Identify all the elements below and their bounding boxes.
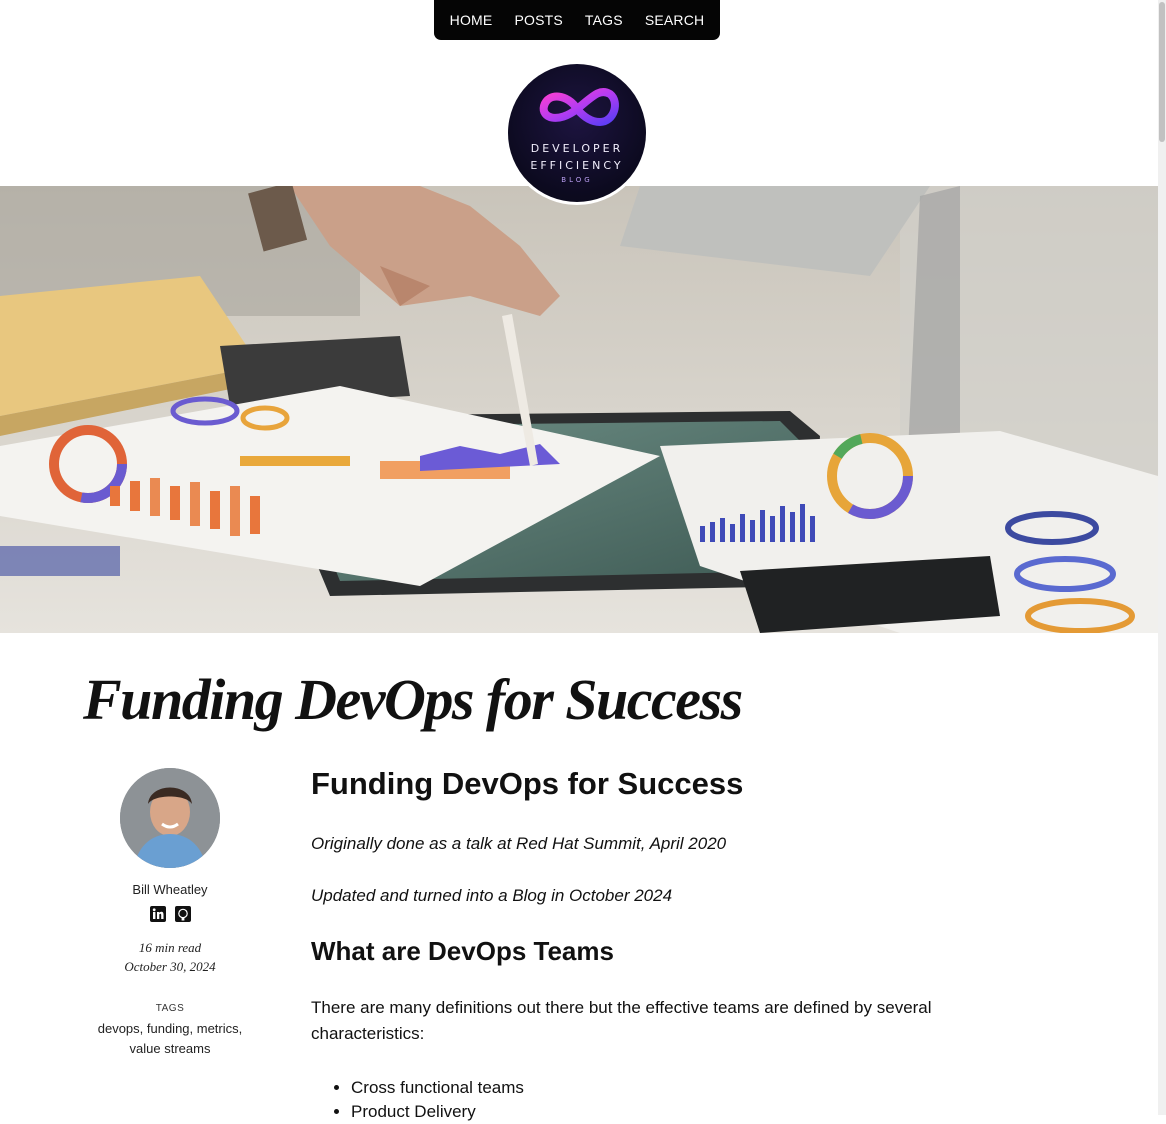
logo-text-developer: DEVELOPER bbox=[530, 142, 624, 155]
author-sidebar: Bill Wheatley 16 min read October 30, 20… bbox=[90, 768, 250, 1059]
intro-update-note: Updated and turned into a Blog in Octobe… bbox=[311, 886, 673, 905]
list-item: Product Delivery bbox=[351, 1100, 524, 1124]
author-name: Bill Wheatley bbox=[132, 882, 208, 897]
post-content: Funding DevOps for Success Originally do… bbox=[311, 766, 991, 1121]
site-logo[interactable]: DEVELOPER EFFICIENCY BLOG bbox=[505, 61, 649, 205]
section-paragraph: There are many definitions out there but… bbox=[311, 998, 932, 1043]
infinity-icon bbox=[539, 88, 619, 127]
content-heading: Funding DevOps for Success bbox=[311, 766, 744, 801]
nav-home-link[interactable]: HOME bbox=[450, 12, 493, 28]
logo-text-blog: BLOG bbox=[561, 176, 593, 184]
avatar-image bbox=[120, 768, 220, 868]
nav-search-link[interactable]: SEARCH bbox=[645, 12, 705, 28]
intro-talk-note: Originally done as a talk at Red Hat Sum… bbox=[311, 834, 727, 853]
logo-badge: DEVELOPER EFFICIENCY BLOG bbox=[508, 64, 646, 202]
tag-line-1[interactable]: devops, funding, metrics, bbox=[90, 1019, 250, 1039]
github-icon[interactable] bbox=[174, 906, 191, 922]
list-item: Cross functional teams bbox=[351, 1076, 524, 1100]
characteristics-list: Cross functional teams Product Delivery bbox=[311, 1076, 524, 1124]
post-meta: 16 min read October 30, 2024 bbox=[90, 938, 250, 976]
tag-line-2[interactable]: value streams bbox=[90, 1039, 250, 1059]
tag-list: devops, funding, metrics, value streams bbox=[90, 1019, 250, 1059]
scrollbar-thumb[interactable] bbox=[1159, 2, 1165, 142]
nav-tags-link[interactable]: TAGS bbox=[585, 12, 623, 28]
author-avatar bbox=[120, 768, 220, 868]
logo-text-efficiency: EFFICIENCY bbox=[530, 159, 624, 172]
read-time: 16 min read bbox=[138, 940, 202, 955]
post-date: October 30, 2024 bbox=[124, 959, 216, 974]
social-links bbox=[90, 906, 250, 922]
nav-posts-link[interactable]: POSTS bbox=[514, 12, 562, 28]
section-heading: What are DevOps Teams bbox=[311, 936, 614, 966]
post-title: Funding DevOps for Success bbox=[83, 667, 743, 732]
tags-heading: TAGS bbox=[155, 1003, 185, 1014]
linkedin-icon[interactable] bbox=[149, 906, 166, 922]
top-navigation: HOME POSTS TAGS SEARCH bbox=[434, 0, 720, 40]
hero-illustration bbox=[0, 186, 1158, 633]
scrollbar[interactable] bbox=[1158, 0, 1166, 1115]
hero-image bbox=[0, 186, 1158, 633]
